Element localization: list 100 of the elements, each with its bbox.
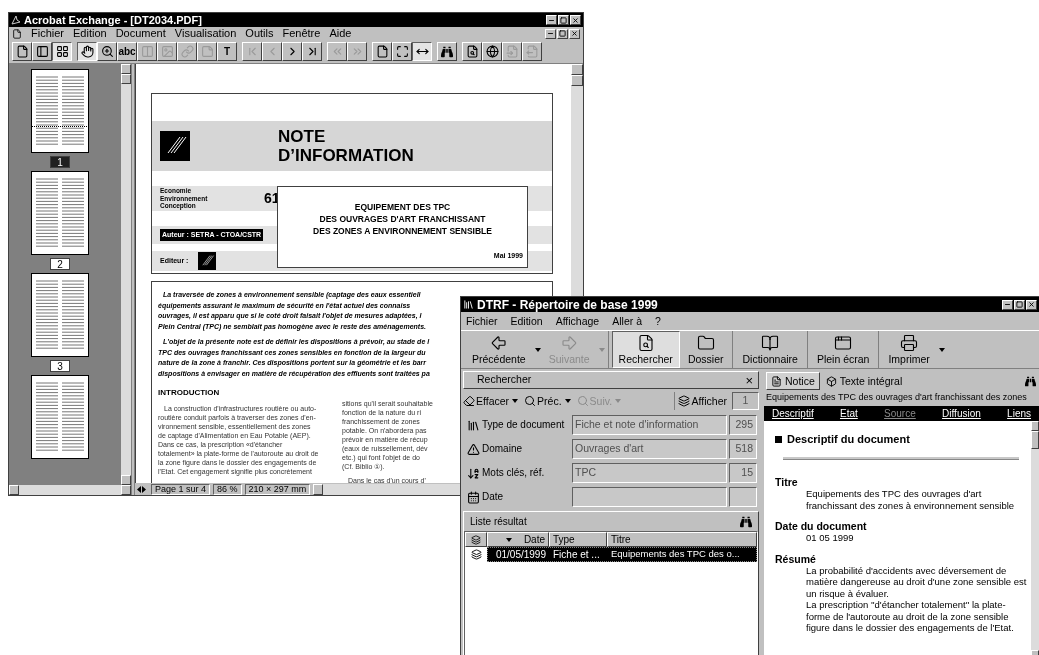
show-button[interactable]: Afficher — [673, 392, 730, 410]
caret-icon[interactable] — [938, 347, 945, 352]
toolbar-button[interactable]: Imprimer — [882, 331, 936, 368]
menu-item[interactable]: Aller à — [612, 315, 642, 327]
field-label: Domaine — [482, 444, 523, 454]
caret-icon[interactable] — [534, 347, 541, 352]
close-icon[interactable] — [569, 28, 580, 39]
page-thumbnail-drawing[interactable] — [31, 273, 89, 357]
tab[interactable]: Texte intégral — [821, 372, 907, 390]
fit-page-button[interactable] — [392, 42, 412, 61]
globe-button[interactable] — [482, 42, 502, 61]
tool-button[interactable]: T — [217, 42, 237, 61]
menu-item[interactable]: Fichier — [466, 315, 498, 327]
minimize-icon[interactable] — [546, 15, 557, 25]
menu-item[interactable]: Edition — [510, 315, 543, 327]
zoom-in-button[interactable] — [97, 42, 117, 61]
next-page-button[interactable] — [282, 42, 302, 61]
menu-item[interactable]: Affichage — [555, 315, 600, 327]
window-title: Acrobat Exchange - [DT2034.PDF] — [24, 14, 202, 26]
action-button[interactable]: Préc. — [524, 395, 562, 407]
scroll-right-button[interactable] — [121, 485, 131, 495]
toolbar-button[interactable]: Plein écran — [810, 331, 876, 368]
column-header[interactable]: Date — [487, 532, 549, 547]
scroll-left-button[interactable] — [9, 485, 19, 495]
previous-document-icon — [505, 45, 519, 58]
column-header[interactable]: Type — [549, 532, 607, 547]
toolbar-button[interactable]: Précédente — [466, 331, 532, 368]
section-link[interactable]: Descriptif — [772, 408, 814, 419]
vertical-scrollbar[interactable] — [1031, 421, 1039, 655]
close-icon[interactable] — [1026, 299, 1037, 310]
scroll-down-button[interactable] — [121, 475, 131, 485]
page-number-label[interactable]: 3 — [50, 360, 70, 372]
panel-title: Liste résultat — [470, 515, 527, 529]
page-thumbnail-drawing[interactable] — [31, 375, 89, 459]
search-field[interactable]: Fiche et note d'information — [572, 415, 727, 435]
tab[interactable]: Notice — [766, 372, 820, 390]
bullet-icon — [775, 436, 782, 443]
toolbar-button[interactable]: Dossier — [681, 331, 730, 368]
page-number-label[interactable]: 1 — [50, 156, 70, 168]
search-field[interactable]: TPC — [572, 463, 727, 483]
caret-icon[interactable] — [505, 537, 512, 542]
section-link[interactable]: Liens — [1007, 408, 1031, 419]
search-field[interactable]: Ouvrages d'art — [572, 439, 727, 459]
fit-width-button[interactable] — [412, 42, 432, 61]
menu-item[interactable]: Fenêtre — [282, 28, 321, 39]
menu-item[interactable]: Visualisation — [174, 28, 237, 39]
page-size-indicator[interactable]: 210 × 297 mm — [244, 483, 311, 495]
scrollbar-thumb[interactable] — [571, 75, 583, 86]
section-link[interactable]: Etat — [840, 408, 858, 419]
column-header[interactable]: Titre — [607, 532, 757, 547]
page-thumbnail-drawing[interactable] — [31, 171, 89, 255]
menu-item[interactable]: Outils — [245, 28, 274, 39]
field-value: La probabilité d'accidents avec déversement de matière dangereuse au droit d'une zone sensible est un risque à évaluer. — [805, 564, 1027, 599]
toolbar-button[interactable]: Rechercher — [611, 331, 680, 368]
scrollbar-thumb[interactable] — [121, 74, 131, 84]
section-link[interactable]: Diffusion — [942, 408, 981, 419]
zoom-indicator[interactable]: 86 % — [213, 483, 242, 495]
scroll-up-button[interactable] — [571, 64, 583, 75]
warning-icon — [467, 442, 480, 456]
result-row[interactable]: 01/05/1999 Fiche et ... Equipements des TPC des o... — [487, 547, 757, 562]
binoculars-icon[interactable] — [1025, 376, 1036, 387]
toolbar-button[interactable]: Dictionnaire — [736, 331, 804, 368]
page-button[interactable] — [12, 42, 32, 61]
last-page-button[interactable] — [302, 42, 322, 61]
actual-size-button[interactable] — [372, 42, 392, 61]
page-number-label[interactable]: 2 — [50, 258, 70, 270]
menu-item[interactable]: Document — [115, 28, 166, 39]
search-field[interactable] — [572, 487, 727, 507]
thumbnails-panel-button[interactable] — [52, 42, 72, 61]
column-header[interactable] — [465, 532, 487, 547]
close-button[interactable]: × — [743, 373, 755, 387]
bookmarks-panel-button[interactable] — [32, 42, 52, 61]
note-icon — [200, 45, 214, 58]
printer-icon — [900, 334, 919, 353]
menu-item[interactable]: ? — [655, 315, 661, 327]
split-arrows-icon[interactable] — [135, 485, 148, 493]
issue-number: 61 — [264, 189, 280, 208]
menu-item[interactable]: Aide — [329, 28, 352, 39]
find-button[interactable] — [437, 42, 457, 61]
field-label: Mots clés, réf. — [482, 468, 545, 478]
page-indicator[interactable]: Page 1 sur 4 — [151, 483, 211, 495]
binoculars-icon[interactable] — [740, 515, 752, 528]
close-icon[interactable] — [570, 15, 581, 25]
caret-icon[interactable] — [512, 399, 519, 403]
maximize-icon[interactable] — [558, 15, 569, 25]
minimize-icon[interactable] — [545, 28, 556, 39]
page-thumbnail-drawing[interactable] — [31, 69, 89, 153]
document-icon[interactable] — [12, 28, 22, 39]
maximize-icon[interactable] — [557, 28, 568, 39]
menu-item[interactable]: Fichier — [31, 28, 64, 39]
minimize-icon[interactable] — [1002, 299, 1013, 310]
menu-item[interactable]: Edition — [73, 28, 107, 39]
tool-button[interactable]: abc — [117, 42, 137, 61]
hand-button[interactable] — [77, 42, 97, 61]
maximize-icon[interactable] — [1014, 299, 1025, 310]
scroll-left-button[interactable] — [313, 483, 324, 495]
action-button[interactable]: Effacer — [463, 395, 510, 407]
document-search-button[interactable] — [462, 42, 482, 61]
caret-icon[interactable] — [564, 399, 571, 403]
scroll-up-button[interactable] — [121, 64, 131, 74]
